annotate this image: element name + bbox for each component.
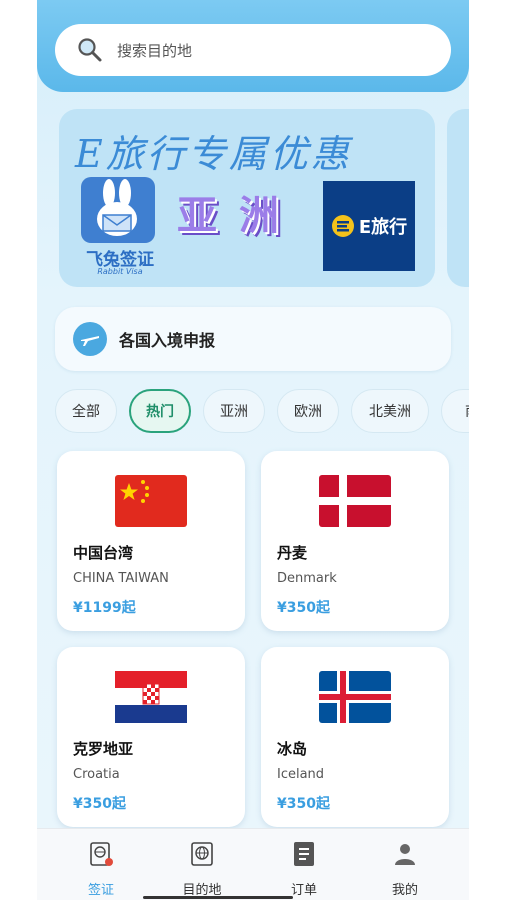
entry-label: 各国入境申报 — [119, 331, 216, 350]
destination-english: CHINA TAIWAN — [73, 571, 169, 586]
destination-price: ¥1199起 — [73, 600, 136, 616]
destination-price: ¥350起 — [73, 796, 126, 812]
header: 搜索目的地 — [37, 0, 469, 92]
filter-chip-north-america[interactable]: 北美洲 — [351, 389, 429, 433]
rabbit-visa-logo — [81, 177, 155, 243]
search-input[interactable]: 搜索目的地 — [55, 24, 451, 76]
profile-icon — [395, 844, 415, 865]
e-logo-icon — [331, 215, 354, 237]
e-travel-logo: E旅行 — [323, 181, 415, 271]
destination-icon — [191, 842, 213, 866]
destination-name: 丹麦 — [277, 544, 308, 562]
orders-icon — [294, 842, 314, 866]
brand-text: E旅行 — [358, 217, 408, 238]
tab-label: 我的 — [391, 883, 418, 898]
search-icon — [78, 38, 102, 62]
red-flag-icon — [115, 475, 187, 527]
tab-profile[interactable]: 我的 — [351, 829, 459, 900]
next-banner-peek[interactable] — [447, 109, 469, 287]
tab-destination[interactable]: 目的地 — [148, 829, 256, 900]
croatia-flag-icon — [115, 671, 187, 723]
filter-chip-asia[interactable]: 亚洲 — [203, 389, 265, 433]
destination-name: 中国台湾 — [73, 544, 134, 562]
destination-english: Denmark — [277, 571, 337, 586]
destination-card[interactable]: 中国台湾 CHINA TAIWAN ¥1199起 — [57, 451, 245, 631]
filter-chip-all[interactable]: 全部 — [55, 389, 117, 433]
destination-english: Croatia — [73, 767, 120, 782]
banner-title: E旅行专属优惠 — [75, 132, 352, 176]
app-screen: 搜索目的地 E旅行专属优惠 飞兔签证 Rabbit Visa 亚洲 E旅行 各国… — [37, 0, 469, 900]
region-filter-bar: 全部 热门 亚洲 欧洲 北美洲 南 — [55, 389, 469, 435]
tab-label: 签证 — [87, 883, 114, 898]
destination-name: 冰岛 — [277, 740, 308, 758]
destination-card[interactable]: 冰岛 Iceland ¥350起 — [261, 647, 449, 827]
rabbit-icon — [97, 179, 137, 236]
entry-declaration-button[interactable]: 各国入境申报 — [55, 307, 451, 371]
filter-chip-hot[interactable]: 热门 — [129, 389, 191, 433]
visa-icon — [90, 842, 113, 866]
home-indicator — [143, 896, 293, 899]
destination-card[interactable]: 丹麦 Denmark ¥350起 — [261, 451, 449, 631]
search-placeholder: 搜索目的地 — [117, 41, 193, 60]
tab-visa[interactable]: 签证 — [47, 829, 155, 900]
airplane-icon — [73, 322, 107, 356]
denmark-flag-icon — [319, 475, 391, 527]
destination-card[interactable]: 克罗地亚 Croatia ¥350起 — [57, 647, 245, 827]
tab-orders[interactable]: 订单 — [250, 829, 358, 900]
iceland-flag-icon — [319, 671, 391, 723]
destination-price: ¥350起 — [277, 600, 330, 616]
filter-chip-south[interactable]: 南 — [441, 389, 469, 433]
bottom-tab-bar: 签证 目的地 订单 我的 — [37, 828, 469, 900]
destination-price: ¥350起 — [277, 796, 330, 812]
filter-chip-europe[interactable]: 欧洲 — [277, 389, 339, 433]
banner-region: 亚洲 — [177, 193, 301, 239]
destination-english: Iceland — [277, 767, 325, 782]
partner-subtitle: Rabbit Visa — [97, 267, 143, 276]
destination-name: 克罗地亚 — [73, 740, 134, 758]
promo-banner[interactable]: E旅行专属优惠 飞兔签证 Rabbit Visa 亚洲 E旅行 — [59, 109, 435, 287]
